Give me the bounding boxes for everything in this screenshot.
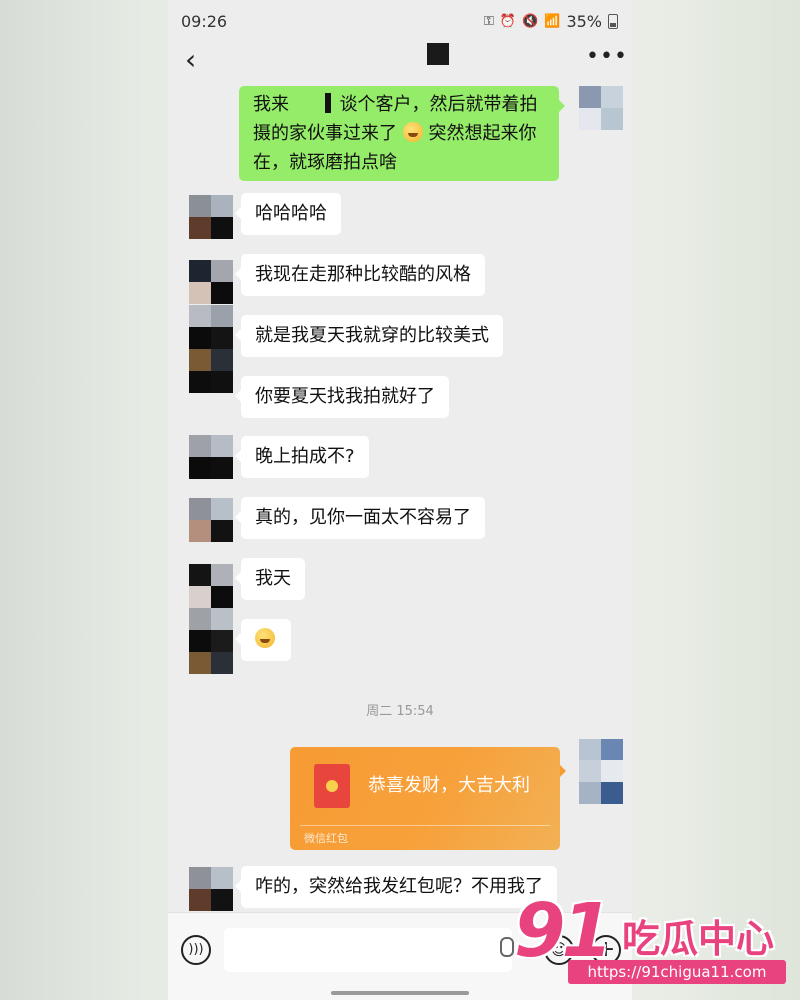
home-indicator[interactable] xyxy=(331,991,469,995)
avatar-contact[interactable] xyxy=(189,260,233,304)
watermark-brand: 吃瓜中心 xyxy=(622,917,775,961)
more-icon[interactable]: ••• xyxy=(586,42,628,72)
red-packet-divider xyxy=(300,825,550,826)
message-bubble-incoming[interactable]: 哈哈哈哈 xyxy=(235,193,341,235)
watermark: 91 吃瓜中心 https://91chigua11.com xyxy=(510,888,800,1000)
message-bubble-incoming[interactable]: 晚上拍成不? xyxy=(235,436,369,478)
message-bubble-incoming[interactable]: 你要夏天找我拍就好了 xyxy=(235,376,449,418)
avatar-self xyxy=(579,760,623,804)
message-bubble-incoming[interactable] xyxy=(235,619,291,661)
grimace-emoji xyxy=(402,122,423,142)
red-envelope-icon xyxy=(314,764,350,808)
battery-icon xyxy=(608,13,618,29)
status-time: 09:26 xyxy=(181,11,228,31)
avatar-contact[interactable] xyxy=(189,305,233,349)
avatar-contact[interactable] xyxy=(189,867,233,911)
message-bubble-incoming[interactable]: 我天 xyxy=(235,558,305,600)
grimace-emoji xyxy=(255,628,275,648)
avatar-contact[interactable] xyxy=(189,349,233,393)
avatar-contact[interactable] xyxy=(189,195,233,239)
watermark-url: https://91chigua11.com xyxy=(568,960,786,984)
avatar-contact[interactable] xyxy=(189,564,233,608)
red-packet-card[interactable]: 恭喜发财，大吉大利 微信红包 xyxy=(290,747,566,850)
avatar-self[interactable] xyxy=(579,86,623,130)
message-bubble-incoming[interactable]: 我现在走那种比较酷的风格 xyxy=(235,254,485,296)
battery-percent: 35% xyxy=(566,11,602,31)
chat-navbar: ‹ ••• xyxy=(168,42,632,82)
message-bubble-incoming[interactable]: 就是我夏天我就穿的比较美式 xyxy=(235,315,503,357)
message-timestamp: 周二 15:54 xyxy=(366,704,434,719)
red-packet-label: 微信红包 xyxy=(304,832,348,845)
avatar-contact[interactable] xyxy=(189,498,233,542)
chat-title-redacted xyxy=(427,43,449,65)
message-bubble-incoming[interactable]: 真的，见你一面太不容易了 xyxy=(235,497,485,539)
avatar-contact[interactable] xyxy=(189,435,233,479)
message-bubble-outgoing[interactable]: 我来 谈个客户，然后就带着拍摄的家伙事过来了 突然想起来你在，就琢磨拍点啥 xyxy=(239,86,565,181)
wifi-icon: 📶 xyxy=(544,13,561,29)
avatar-contact[interactable] xyxy=(189,630,233,674)
mute-icon: 🔇 xyxy=(522,13,539,29)
status-icons: ⚿ ⏰ 🔇 📶 35% xyxy=(484,12,618,31)
voice-icon[interactable]: ))) xyxy=(181,935,211,965)
chat-screen: 09:26 ⚿ ⏰ 🔇 📶 35% ‹ ••• 我来 谈个客户，然后就带着拍摄的… xyxy=(168,0,632,1000)
alarm-icon: ⏰ xyxy=(499,13,517,29)
key-icon: ⚿ xyxy=(483,13,494,29)
message-input[interactable] xyxy=(224,928,512,972)
status-bar: 09:26 ⚿ ⏰ 🔇 📶 35% xyxy=(168,0,632,42)
back-chevron-icon[interactable]: ‹ xyxy=(185,45,196,75)
red-packet-title: 恭喜发财，大吉大利 xyxy=(368,775,530,796)
redacted-mark xyxy=(324,93,331,113)
